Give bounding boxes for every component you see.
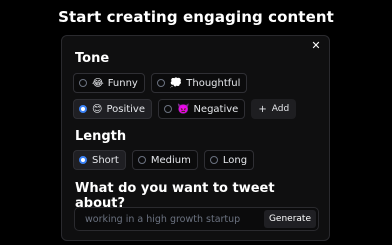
radio-selected-icon	[79, 105, 87, 113]
length-option-label: Medium	[150, 154, 191, 166]
radio-icon	[156, 79, 165, 87]
add-tone-button[interactable]: + Add	[251, 99, 297, 119]
thought-bubble-emoji-icon: 💭	[169, 77, 183, 89]
tone-row-2: 😊 Positive 👿 Negative + Add	[73, 99, 297, 119]
tone-row-1: 😂 Funny 💭 Thoughtful	[73, 73, 248, 93]
page-title: Start creating engaging content	[58, 8, 334, 26]
tone-option-funny[interactable]: 😂 Funny	[73, 73, 145, 93]
length-option-label: Short	[92, 154, 119, 166]
add-tone-label: Add	[271, 104, 290, 114]
length-option-label: Long	[222, 154, 248, 166]
content-generator-card: ✕ Tone 😂 Funny 💭 Thoughtful 😊 Positive 👿…	[61, 35, 330, 241]
length-title: Length	[75, 129, 127, 144]
length-option-short[interactable]: Short	[73, 150, 126, 170]
length-option-medium[interactable]: Medium	[131, 150, 198, 170]
laughing-emoji-icon: 😂	[92, 77, 104, 89]
radio-icon	[209, 156, 218, 164]
radio-icon	[164, 105, 172, 113]
radio-icon	[79, 79, 87, 87]
tone-option-label: Negative	[193, 103, 239, 115]
devil-emoji-icon: 👿	[177, 103, 190, 115]
smiling-emoji-icon: 😊	[92, 103, 103, 115]
close-icon[interactable]: ✕	[310, 40, 322, 52]
tone-option-label: Funny	[107, 77, 138, 89]
tone-option-label: Positive	[106, 103, 145, 115]
tweet-topic-input[interactable]	[75, 208, 265, 230]
plus-icon: +	[258, 103, 267, 115]
generate-button[interactable]: Generate	[263, 210, 316, 228]
tone-option-thoughtful[interactable]: 💭 Thoughtful	[150, 73, 248, 93]
tone-option-negative[interactable]: 👿 Negative	[158, 99, 246, 119]
tweet-topic-field: Generate	[74, 207, 319, 231]
radio-selected-icon	[79, 156, 87, 164]
tone-option-label: Thoughtful	[186, 77, 241, 89]
tone-title: Tone	[75, 51, 110, 66]
length-row: Short Medium Long	[73, 150, 255, 170]
tone-option-positive[interactable]: 😊 Positive	[73, 99, 152, 119]
radio-icon	[137, 156, 146, 164]
length-option-long[interactable]: Long	[203, 150, 255, 170]
